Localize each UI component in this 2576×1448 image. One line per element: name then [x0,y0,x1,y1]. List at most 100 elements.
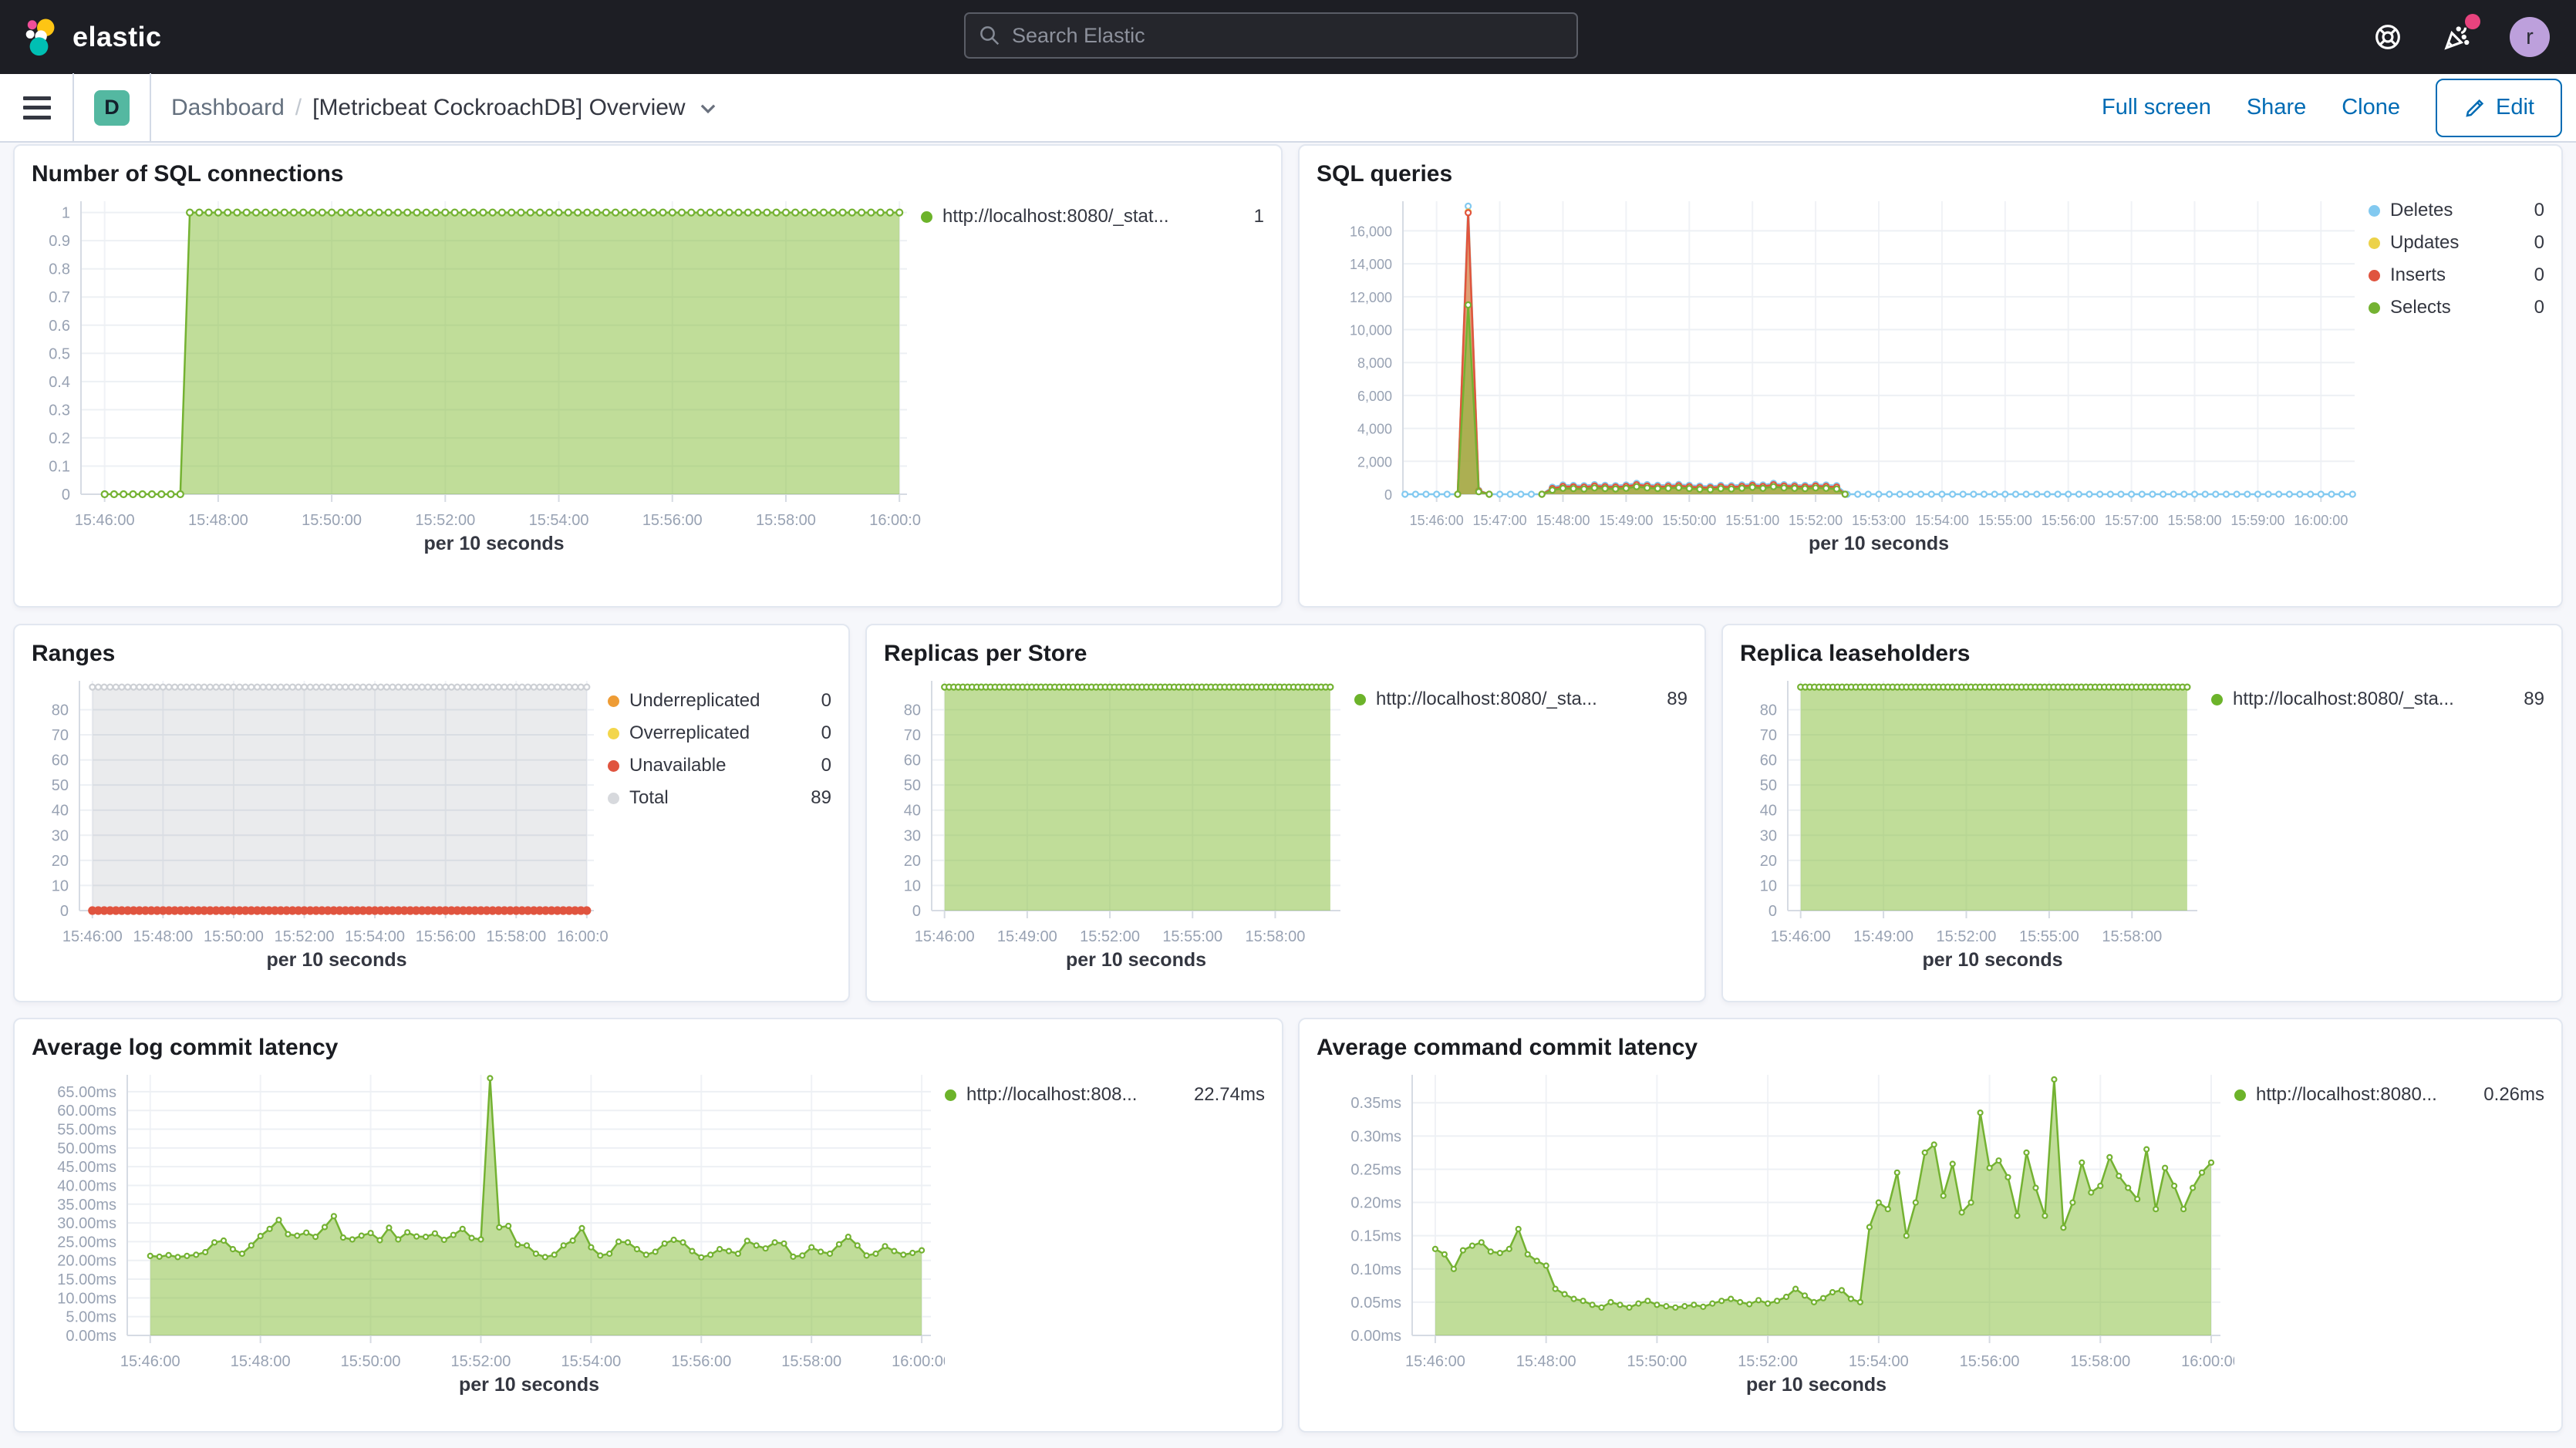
svg-text:20.00ms: 20.00ms [57,1253,116,1270]
svg-text:50: 50 [52,777,69,794]
legend-value: 0 [2524,297,2544,318]
legend-item[interactable]: http://localhost:8080/_sta... 89 [2211,689,2544,710]
legend-item[interactable]: http://localhost:808...22.74ms [945,1084,1265,1106]
legend-value: 89 [2513,689,2544,710]
chart-legend: http://localhost:8080/_sta... 89 [2211,670,2544,721]
svg-text:80: 80 [904,702,921,719]
svg-text:15:55:00: 15:55:00 [1978,513,2032,528]
legend-item[interactable]: Overreplicated0 [608,722,831,744]
svg-text:15:49:00: 15:49:00 [1599,513,1653,528]
svg-text:70: 70 [1760,727,1777,744]
legend-item[interactable]: Updates0 [2369,232,2544,254]
svg-text:0: 0 [1768,903,1777,920]
svg-text:0.05ms: 0.05ms [1350,1295,1401,1312]
edit-button[interactable]: Edit [2436,79,2562,137]
svg-text:15:58:00: 15:58:00 [2102,928,2162,945]
svg-text:55.00ms: 55.00ms [57,1122,116,1139]
replica-leaseholders-chart-canvas[interactable]: 15:46:0015:49:0015:52:0015:55:0015:58:00… [1740,670,2211,978]
avg-command-commit-latency-chart-canvas[interactable]: 15:46:0015:48:0015:50:0015:52:0015:54:00… [1317,1064,2234,1403]
menu-button[interactable] [23,96,51,120]
svg-text:15:59:00: 15:59:00 [2230,513,2284,528]
svg-text:15:48:00: 15:48:00 [188,512,248,529]
svg-text:16:00:00: 16:00:00 [2294,513,2348,528]
svg-text:40: 40 [1760,803,1777,820]
legend-label: Updates [2390,232,2459,254]
share-button[interactable]: Share [2247,95,2306,120]
svg-text:15:52:00: 15:52:00 [1080,928,1140,945]
avg-log-commit-latency-chart-canvas[interactable]: 15:46:0015:48:0015:50:0015:52:0015:54:00… [32,1064,945,1403]
legend-label: Inserts [2390,264,2446,286]
svg-text:15:52:00: 15:52:00 [451,1353,511,1370]
svg-text:15:54:00: 15:54:00 [1849,1353,1909,1370]
svg-text:35.00ms: 35.00ms [57,1197,116,1214]
edit-button-label: Edit [2496,95,2534,120]
svg-text:60: 60 [904,753,921,769]
svg-text:15:55:00: 15:55:00 [1162,928,1222,945]
legend-value: 0 [2524,200,2544,221]
svg-text:0.25ms: 0.25ms [1350,1161,1401,1178]
svg-text:0.5: 0.5 [49,345,70,362]
legend-value: 1 [1243,206,1264,227]
legend-label: http://localhost:8080/_sta... [1376,689,1597,710]
svg-text:15:52:00: 15:52:00 [415,512,475,529]
notification-dot [2465,14,2480,29]
full-screen-button[interactable]: Full screen [2102,95,2211,120]
legend-swatch [608,793,619,804]
chevron-down-icon[interactable] [698,98,718,118]
svg-text:16:00:00: 16:00:00 [2181,1353,2234,1370]
sql-connections-chart-canvas[interactable]: 15:46:0015:48:0015:50:0015:52:0015:54:00… [32,190,921,562]
replicas-per-store-chart-canvas[interactable]: 15:46:0015:49:0015:52:0015:55:0015:58:00… [884,670,1354,978]
svg-text:15:51:00: 15:51:00 [1725,513,1779,528]
x-axis-title: per 10 seconds [1809,533,1949,554]
legend-item[interactable]: http://localhost:8080/_stat...1 [921,206,1264,227]
svg-text:10,000: 10,000 [1350,323,1392,338]
svg-text:15:52:00: 15:52:00 [1937,928,1997,945]
svg-text:16:00:00: 16:00:00 [892,1353,945,1370]
legend-item[interactable]: Unavailable0 [608,755,831,776]
svg-text:15:55:00: 15:55:00 [2019,928,2079,945]
legend-item[interactable]: Deletes0 [2369,200,2544,221]
svg-text:15:52:00: 15:52:00 [1789,513,1843,528]
user-avatar[interactable]: r [2510,17,2550,57]
page-title: [Metricbeat CockroachDB] Overview [312,95,686,121]
panel-avg-log-commit-latency: Average log commit latency 15:46:0015:48… [13,1018,1283,1433]
svg-text:30: 30 [1760,827,1777,844]
ranges-chart-canvas[interactable]: 15:46:0015:48:0015:50:0015:52:0015:54:00… [32,670,608,978]
search-input[interactable] [1010,23,1538,49]
legend-swatch [945,1089,956,1101]
legend-item[interactable]: http://localhost:8080/_sta... 89 [1354,689,1688,710]
legend-item[interactable]: http://localhost:8080...0.26ms [2234,1084,2544,1106]
svg-text:16,000: 16,000 [1350,224,1392,239]
legend-swatch [608,695,619,707]
svg-text:15:48:00: 15:48:00 [231,1353,291,1370]
help-button[interactable] [2371,20,2405,54]
breadcrumb-dashboard-link[interactable]: Dashboard [171,95,285,121]
clone-button[interactable]: Clone [2342,95,2400,120]
svg-text:50: 50 [1760,777,1777,794]
legend-label: Total [629,787,669,809]
legend-item[interactable]: Inserts0 [2369,264,2544,286]
dashboard-app-badge[interactable]: D [94,90,130,126]
elastic-logo[interactable]: elastic [20,15,162,59]
legend-label: http://localhost:8080... [2256,1084,2437,1106]
sql-queries-chart-canvas[interactable]: 15:46:0015:47:0015:48:0015:49:0015:50:00… [1317,190,2369,562]
legend-value: 89 [1656,689,1688,710]
legend-item[interactable]: Selects0 [2369,297,2544,318]
newsfeed-button[interactable] [2440,20,2474,54]
panel-replicas-per-store: Replicas per Store 15:46:0015:49:0015:52… [865,624,1706,1002]
svg-text:0.4: 0.4 [49,374,70,391]
svg-text:2,000: 2,000 [1357,454,1392,470]
legend-label: http://localhost:8080/_sta... [2233,689,2454,710]
x-axis-title: per 10 seconds [459,1374,599,1396]
global-search[interactable] [964,12,1578,59]
legend-item[interactable]: Total89 [608,787,831,809]
svg-text:50: 50 [904,777,921,794]
svg-text:50.00ms: 50.00ms [57,1140,116,1157]
svg-text:15:58:00: 15:58:00 [486,928,546,945]
elastic-logo-icon [20,15,63,59]
legend-item[interactable]: Underreplicated0 [608,690,831,712]
svg-text:0.20ms: 0.20ms [1350,1195,1401,1212]
legend-swatch [2369,205,2380,217]
legend-swatch [2211,694,2223,705]
svg-text:15:48:00: 15:48:00 [1536,513,1590,528]
